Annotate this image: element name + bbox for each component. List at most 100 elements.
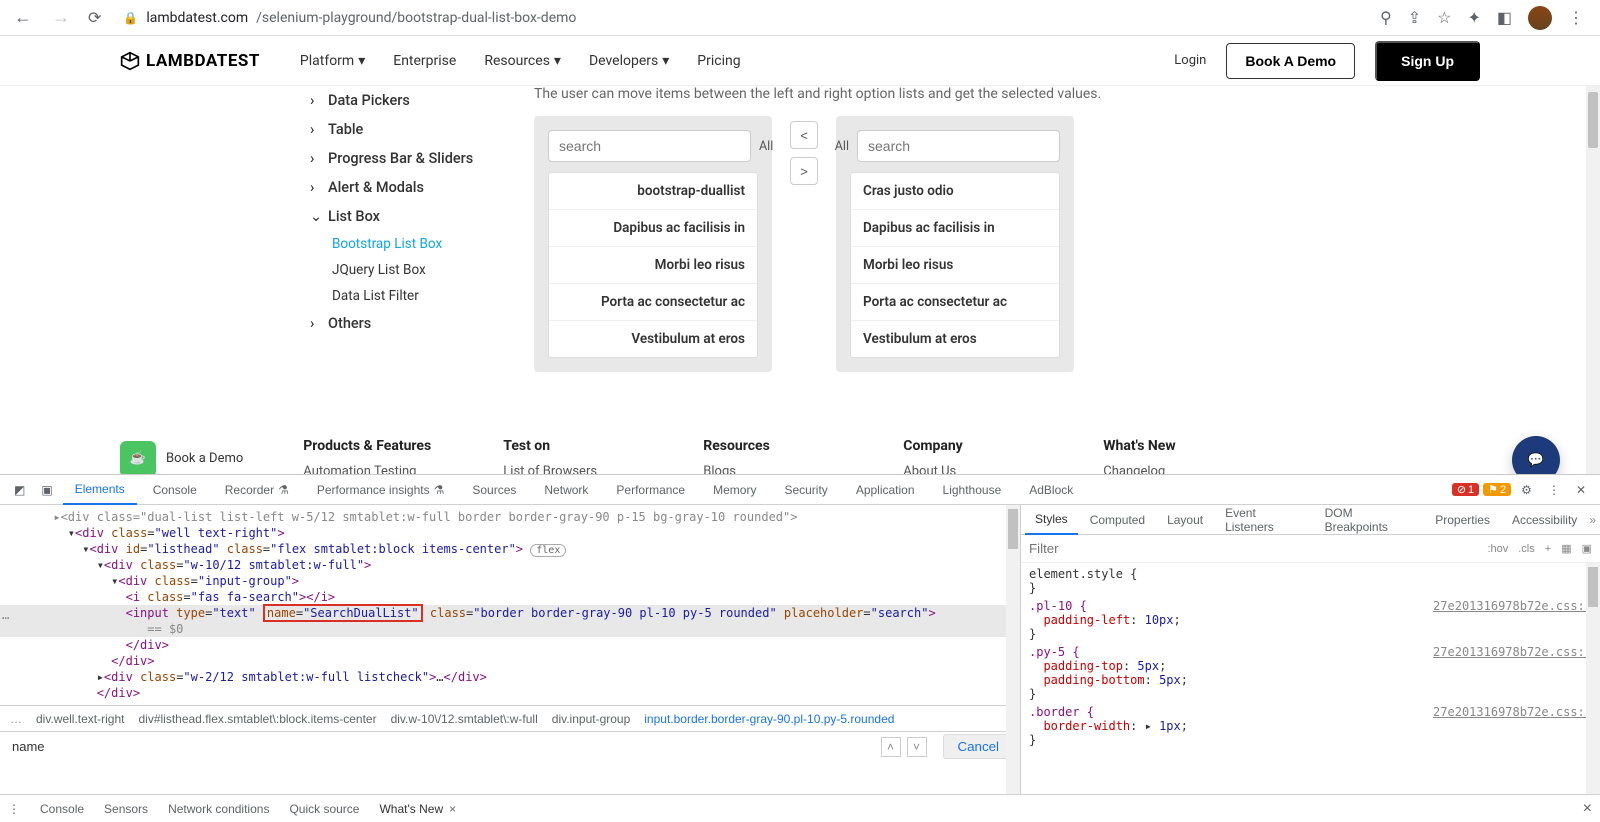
list-item[interactable]: Vestibulum at eros: [549, 321, 757, 357]
bc-item-active[interactable]: input.border.border-gray-90.pl-10.py-5.r…: [644, 712, 894, 726]
source-link[interactable]: 27e201316978b72e.css:1: [1433, 645, 1592, 659]
tab-console[interactable]: Console: [141, 475, 209, 505]
left-search-input[interactable]: [548, 130, 751, 162]
cancel-button[interactable]: Cancel: [943, 734, 1015, 759]
sidebar-toggle-icon[interactable]: ▣: [1582, 542, 1592, 555]
settings-icon[interactable]: ⚙: [1515, 483, 1538, 497]
close-icon[interactable]: ✕: [1570, 483, 1592, 497]
tab-dom-breakpoints[interactable]: DOM Breakpoints: [1315, 505, 1424, 535]
kebab-icon[interactable]: ⋮: [1542, 483, 1566, 497]
page-scrollbar[interactable]: [1586, 86, 1600, 524]
hov-toggle[interactable]: :hov: [1487, 543, 1508, 555]
signup-button[interactable]: Sign Up: [1375, 41, 1480, 81]
tab-adblock[interactable]: AdBlock: [1017, 475, 1085, 505]
warning-badge[interactable]: ⚑2: [1483, 483, 1511, 496]
sidebar-sub-bootstrap[interactable]: Bootstrap List Box: [310, 231, 520, 257]
styles-scrollbar[interactable]: [1586, 563, 1600, 794]
scrollbar-thumb[interactable]: [1588, 92, 1598, 148]
move-left-button[interactable]: <: [790, 121, 818, 149]
list-item[interactable]: Dapibus ac facilisis in: [851, 210, 1059, 247]
nav-platform[interactable]: Platform▾: [300, 53, 365, 69]
scrollbar-thumb[interactable]: [1588, 567, 1598, 607]
extensions-icon[interactable]: ✦: [1467, 8, 1480, 27]
bookmark-icon[interactable]: ☆: [1437, 8, 1451, 27]
forward-icon[interactable]: →: [46, 3, 76, 32]
bc-item[interactable]: div.well.text-right: [36, 712, 124, 726]
find-input[interactable]: [6, 735, 875, 758]
nav-resources[interactable]: Resources▾: [484, 53, 561, 69]
drawer-tab-console[interactable]: Console: [40, 802, 84, 816]
find-prev-icon[interactable]: ˄: [881, 737, 901, 757]
tab-recorder[interactable]: Recorder ⚗: [213, 475, 301, 505]
sidepanel-icon[interactable]: ◧: [1497, 8, 1512, 27]
sidebar-item-table[interactable]: ›Table: [310, 115, 520, 144]
drawer-tab-sensors[interactable]: Sensors: [104, 802, 148, 816]
tab-sources[interactable]: Sources: [460, 475, 528, 505]
tab-computed[interactable]: Computed: [1080, 505, 1155, 535]
address-bar[interactable]: 🔒 lambdatest.com/selenium-playground/boo…: [113, 10, 1372, 26]
tab-accessibility[interactable]: Accessibility: [1502, 505, 1587, 535]
bc-item[interactable]: div.w-10\/12.smtablet\:w-full: [391, 712, 538, 726]
list-item[interactable]: Dapibus ac facilisis in: [549, 210, 757, 247]
close-drawer-icon[interactable]: ×: [1583, 800, 1592, 818]
sidebar-item-others[interactable]: ›Others: [310, 309, 520, 338]
sidebar-item-data-pickers[interactable]: ›Data Pickers: [310, 86, 520, 115]
sidebar-item-alert[interactable]: ›Alert & Modals: [310, 173, 520, 202]
kebab-menu-icon[interactable]: ⋮: [1568, 8, 1584, 27]
sidebar-sub-jquery[interactable]: JQuery List Box: [310, 257, 520, 283]
drawer-tab-whats-new[interactable]: What's New: [379, 802, 443, 816]
device-toggle-icon[interactable]: ▣: [35, 483, 58, 497]
bc-item[interactable]: div.input-group: [552, 712, 631, 726]
list-item[interactable]: Vestibulum at eros: [851, 321, 1059, 357]
sidebar-item-listbox[interactable]: ⌄List Box: [310, 202, 520, 231]
tab-perf-insights[interactable]: Performance insights ⚗: [305, 475, 456, 505]
computed-toggle-icon[interactable]: ▦: [1561, 542, 1571, 555]
dom-scrollbar[interactable]: [1006, 505, 1020, 794]
tab-performance[interactable]: Performance: [604, 475, 697, 505]
footer-demo-cta[interactable]: ☕ Book a Demo: [120, 438, 243, 479]
right-select-all[interactable]: All: [835, 139, 849, 154]
tab-memory[interactable]: Memory: [701, 475, 768, 505]
list-item[interactable]: Morbi leo risus: [549, 247, 757, 284]
bc-item[interactable]: div#listhead.flex.smtablet\:block.items-…: [138, 712, 376, 726]
find-next-icon[interactable]: ˅: [907, 737, 927, 757]
list-item[interactable]: Cras justo odio: [851, 173, 1059, 210]
tab-layout[interactable]: Layout: [1157, 505, 1213, 535]
new-rule-icon[interactable]: +: [1545, 543, 1551, 555]
selected-dom-node[interactable]: <input type="text" name="SearchDualList"…: [0, 605, 1020, 621]
tab-event-listeners[interactable]: Event Listeners: [1215, 505, 1312, 535]
list-item[interactable]: Porta ac consectetur ac: [549, 284, 757, 321]
tab-network[interactable]: Network: [532, 475, 600, 505]
more-tabs-icon[interactable]: »: [1589, 513, 1596, 527]
error-badge[interactable]: ⊘1: [1452, 483, 1479, 496]
list-item[interactable]: bootstrap-duallist: [549, 173, 757, 210]
reload-icon[interactable]: ⟳: [84, 4, 105, 31]
list-item[interactable]: Porta ac consectetur ac: [851, 284, 1059, 321]
sidebar-item-progress[interactable]: ›Progress Bar & Sliders: [310, 144, 520, 173]
brand-logo[interactable]: LAMBDATEST: [120, 51, 260, 71]
drawer-menu-icon[interactable]: ⋮: [8, 802, 20, 816]
styles-rules[interactable]: element.style {} 27e201316978b72e.css:1.…: [1021, 563, 1600, 794]
styles-filter[interactable]: [1029, 541, 1477, 556]
move-right-button[interactable]: >: [790, 157, 818, 185]
nav-pricing[interactable]: Pricing: [697, 53, 740, 69]
cls-toggle[interactable]: .cls: [1518, 543, 1535, 555]
tab-styles[interactable]: Styles: [1025, 505, 1078, 535]
flex-badge[interactable]: flex: [530, 544, 566, 557]
scrollbar-thumb[interactable]: [1008, 509, 1018, 549]
book-demo-button[interactable]: Book A Demo: [1226, 43, 1355, 79]
zoom-icon[interactable]: ⚲: [1380, 8, 1392, 27]
tab-security[interactable]: Security: [772, 475, 839, 505]
drawer-tab-network-conditions[interactable]: Network conditions: [168, 802, 269, 816]
sidebar-sub-datalist[interactable]: Data List Filter: [310, 283, 520, 309]
nav-enterprise[interactable]: Enterprise: [393, 53, 456, 69]
close-tab-icon[interactable]: ×: [449, 802, 456, 816]
dom-tree[interactable]: ⋯ ▸<div class="dual-list list-left w-5/1…: [0, 505, 1020, 794]
profile-avatar[interactable]: [1528, 6, 1552, 30]
drawer-tab-quick-source[interactable]: Quick source: [289, 802, 359, 816]
tab-elements[interactable]: Elements: [63, 475, 137, 505]
right-search-input[interactable]: [857, 130, 1060, 162]
tab-properties[interactable]: Properties: [1425, 505, 1500, 535]
list-item[interactable]: Morbi leo risus: [851, 247, 1059, 284]
bc-dots[interactable]: …: [10, 712, 22, 726]
